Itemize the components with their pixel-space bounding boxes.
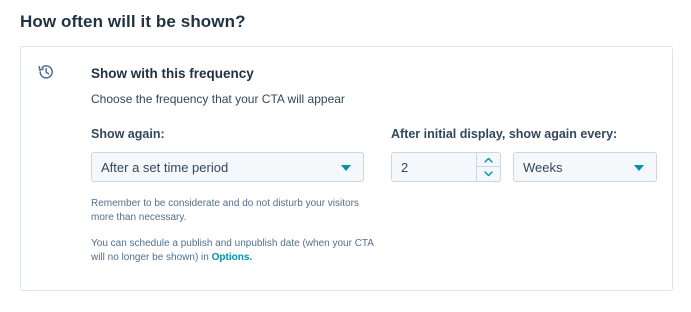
interval-unit-selected-value: Weeks [523, 160, 563, 175]
section-title: How often will it be shown? [20, 12, 246, 31]
card-description: Choose the frequency that your CTA will … [91, 92, 345, 106]
increment-button[interactable] [477, 153, 500, 167]
chevron-up-icon [484, 157, 493, 163]
caret-down-icon [341, 165, 351, 171]
show-again-selected-value: After a set time period [101, 160, 229, 175]
card-title: Show with this frequency [91, 66, 254, 81]
interval-value-input[interactable] [392, 153, 476, 181]
frequency-settings-page: How often will it be shown? Show with th… [0, 0, 691, 312]
interval-unit-dropdown[interactable]: Weeks [513, 152, 657, 182]
interval-number-field [391, 152, 501, 182]
schedule-note: You can schedule a publish and unpublish… [91, 237, 376, 265]
options-link[interactable]: Options. [212, 252, 253, 263]
show-again-dropdown[interactable]: After a set time period [91, 152, 364, 182]
chevron-down-icon [484, 171, 493, 177]
frequency-card: Show with this frequency Choose the freq… [20, 46, 673, 291]
interval-label: After initial display, show again every: [391, 127, 618, 141]
history-icon [37, 63, 55, 81]
show-again-label: Show again: [91, 127, 165, 141]
consideration-note: Remember to be considerate and do not di… [91, 198, 359, 223]
decrement-button[interactable] [477, 167, 500, 181]
interval-stepper [476, 153, 500, 181]
caret-down-icon [634, 165, 644, 171]
